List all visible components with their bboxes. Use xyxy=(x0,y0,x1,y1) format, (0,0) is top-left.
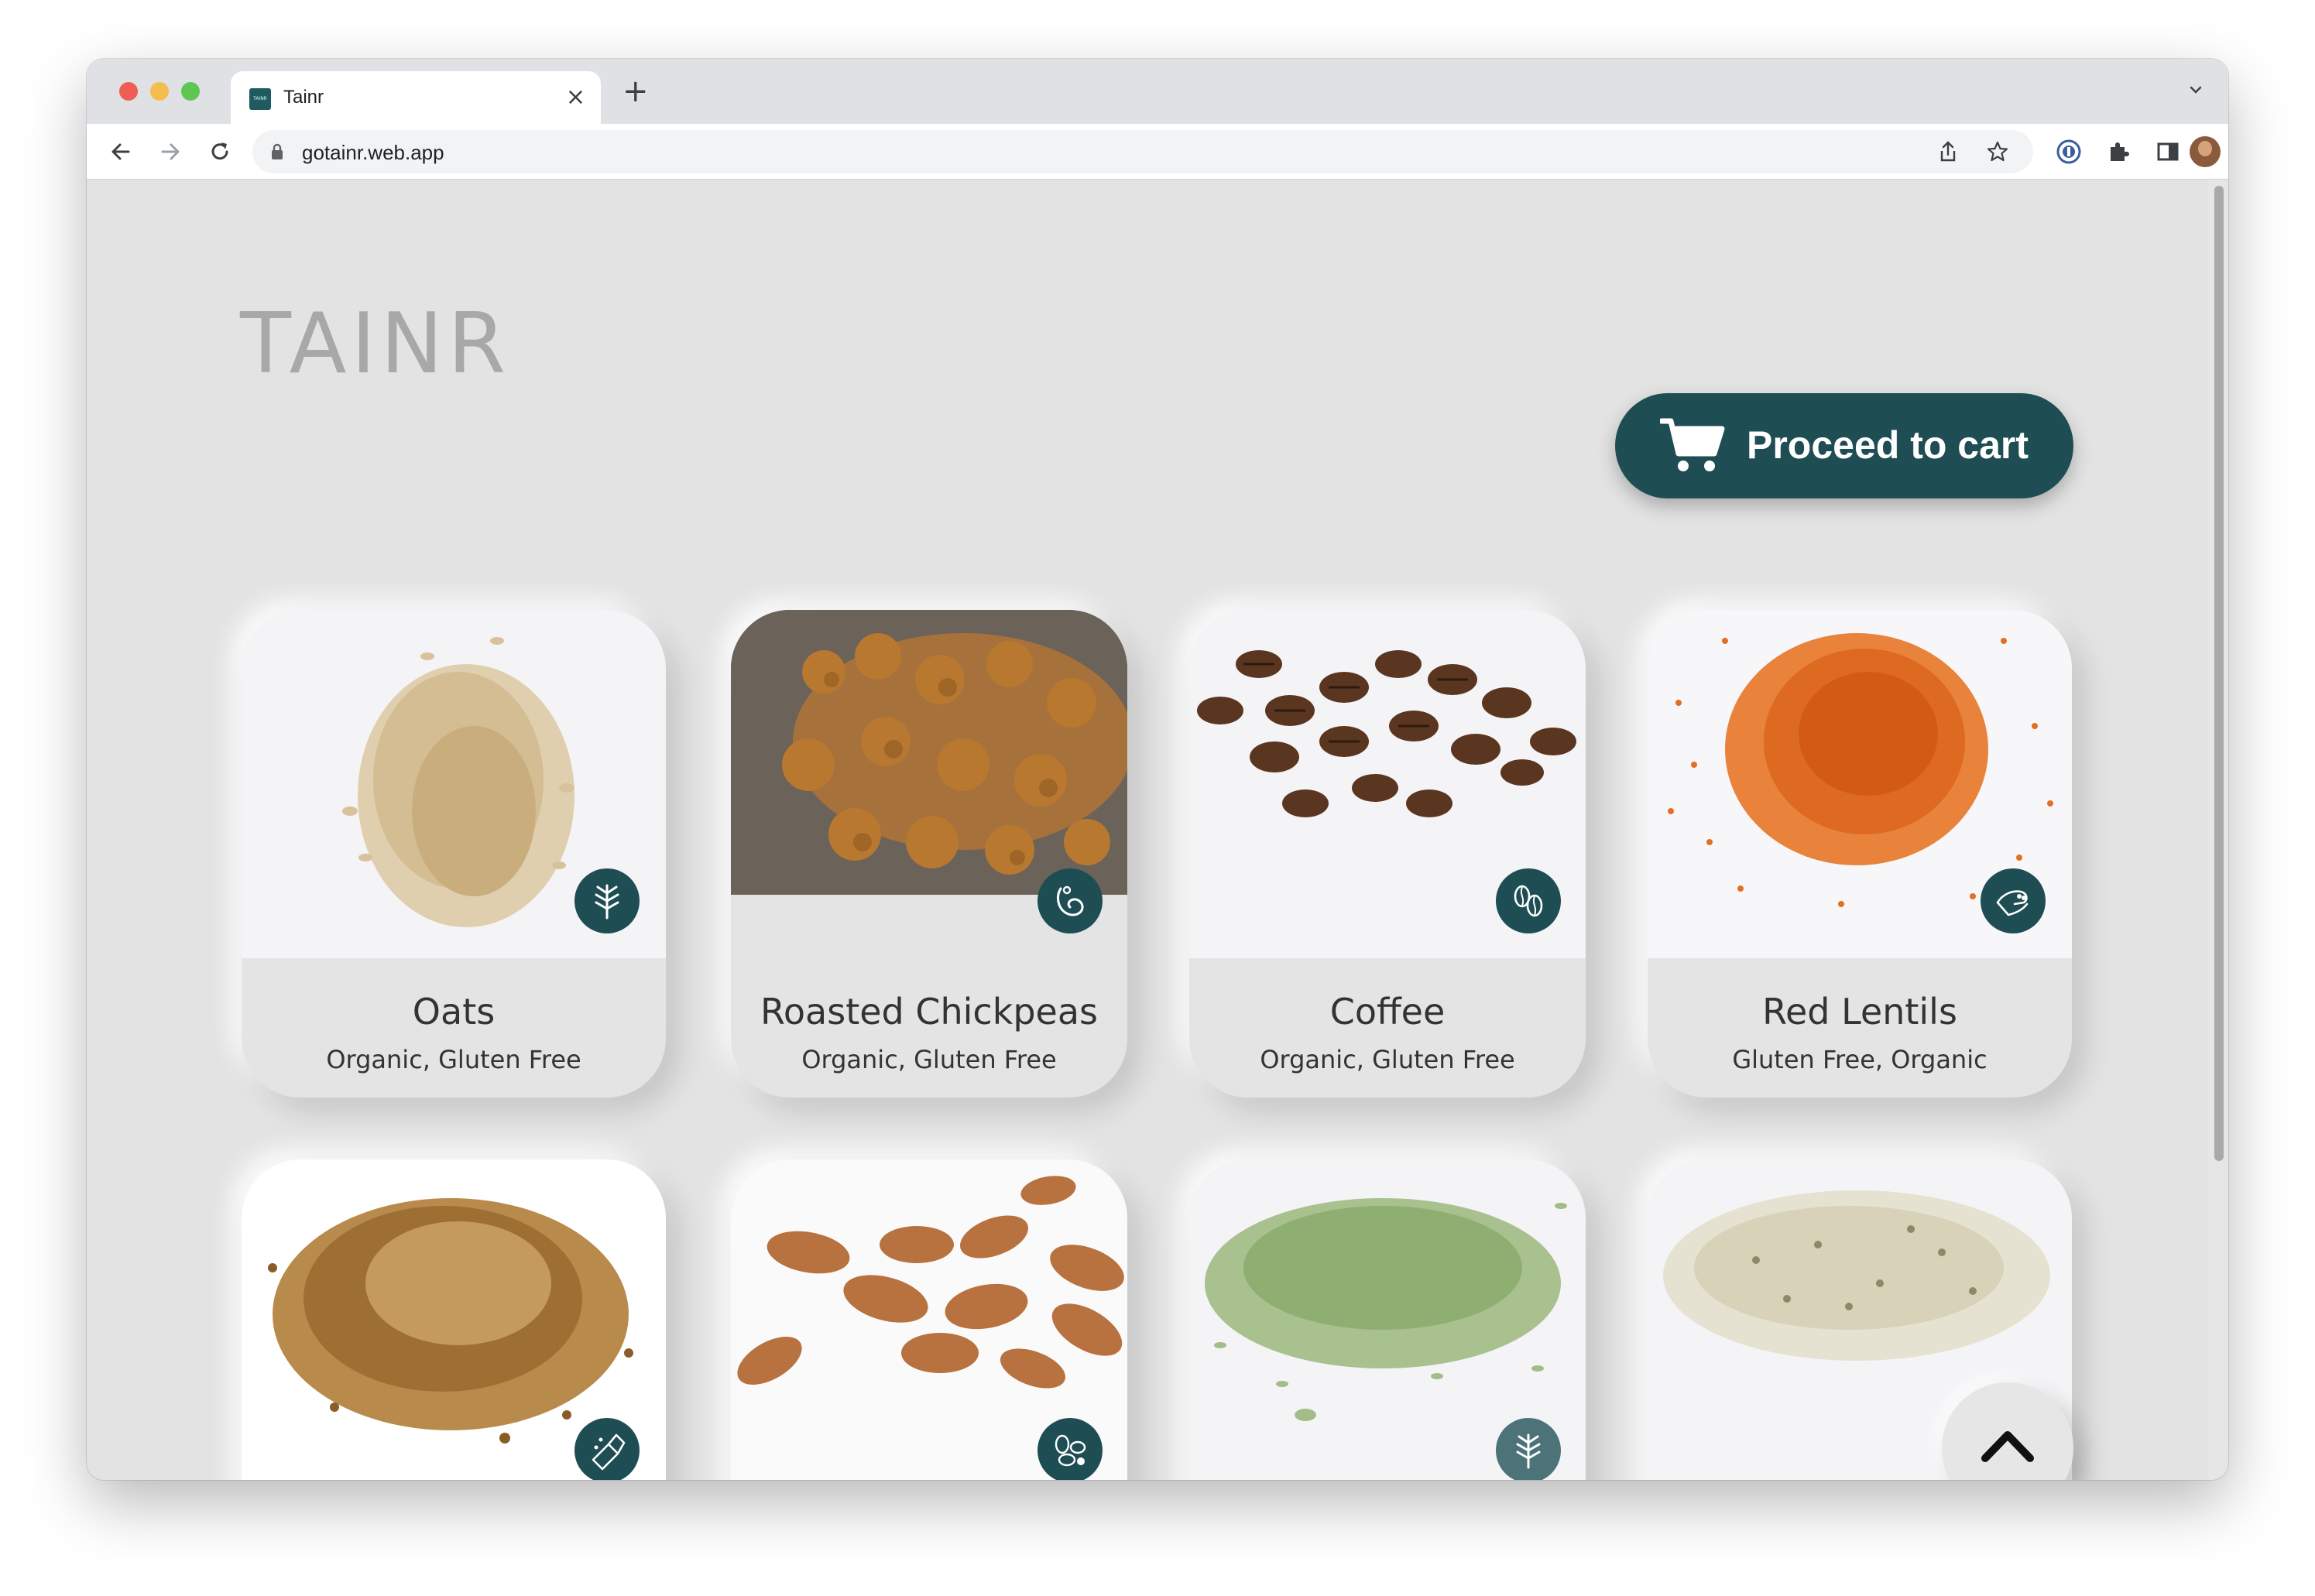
new-tab-button[interactable]: + xyxy=(622,74,649,108)
product-card-red-lentils[interactable]: Red Lentils Gluten Free, Organic xyxy=(1648,610,2072,1098)
product-tags: Organic, Gluten Free xyxy=(801,1045,1057,1074)
proceed-to-cart-button[interactable]: Proceed to cart xyxy=(1615,393,2073,498)
page-scrollbar[interactable] xyxy=(2208,180,2228,1480)
product-card-oats[interactable]: Oats Organic, Gluten Free xyxy=(242,610,666,1098)
minimize-window-button[interactable] xyxy=(150,82,169,101)
star-icon[interactable] xyxy=(1985,139,2010,164)
tab-dropdown-icon[interactable] xyxy=(2188,82,2204,98)
forward-icon[interactable] xyxy=(156,138,184,166)
tab-title: Tainr xyxy=(283,87,324,108)
password-manager-icon[interactable] xyxy=(2055,138,2083,166)
address-bar[interactable]: gotainr.web.app xyxy=(252,130,2033,173)
browser-toolbar: gotainr.web.app xyxy=(87,124,2228,180)
coffee-bean-icon xyxy=(1496,868,1561,933)
browser-window: TAINR Tainr × + gotainr.web.app TAINR Pr… xyxy=(87,59,2228,1480)
url-text[interactable]: gotainr.web.app xyxy=(302,141,444,165)
lock-icon[interactable] xyxy=(269,142,285,161)
tab-close-icon[interactable]: × xyxy=(566,84,585,111)
product-name: Coffee xyxy=(1329,991,1446,1033)
product-name: Roasted Chickpeas xyxy=(760,991,1098,1033)
product-name: Oats xyxy=(412,991,496,1033)
product-tags: Gluten Free, Organic xyxy=(1732,1045,1987,1074)
product-tags: Organic, Gluten Free xyxy=(1260,1045,1515,1074)
profile-avatar[interactable] xyxy=(2190,136,2221,167)
product-card-roasted-chickpeas[interactable]: Roasted Chickpeas Organic, Gluten Free xyxy=(731,610,1127,1098)
cart-icon xyxy=(1660,418,1725,471)
extensions-icon[interactable] xyxy=(2104,138,2132,166)
product-image xyxy=(731,610,1127,895)
wheat-icon xyxy=(1496,1418,1561,1480)
product-card-green-rice[interactable] xyxy=(1189,1159,1586,1480)
cart-button-label: Proceed to cart xyxy=(1747,423,2029,467)
wheat-icon xyxy=(574,868,640,933)
side-panel-icon[interactable] xyxy=(2154,138,2182,166)
close-window-button[interactable] xyxy=(119,82,138,101)
product-tags: Organic, Gluten Free xyxy=(326,1045,581,1074)
more-icon[interactable] xyxy=(2225,138,2228,166)
product-card-granola[interactable] xyxy=(242,1159,666,1480)
browser-tab[interactable]: TAINR Tainr × xyxy=(231,71,601,124)
zoom-window-button[interactable] xyxy=(181,82,200,101)
tainr-logo[interactable]: TAINR xyxy=(240,296,510,392)
lentil-hand-icon xyxy=(1981,868,2046,933)
reload-icon[interactable] xyxy=(206,138,234,166)
share-icon[interactable] xyxy=(1936,139,1960,164)
product-card-coffee[interactable]: Coffee Organic, Gluten Free xyxy=(1189,610,1586,1098)
nuts-icon xyxy=(1037,1418,1103,1480)
tab-favicon: TAINR xyxy=(249,88,271,110)
tab-bar: TAINR Tainr × + xyxy=(87,59,2228,124)
product-card-almonds[interactable] xyxy=(731,1159,1127,1480)
product-name: Red Lentils xyxy=(1762,991,1957,1033)
chickpea-icon xyxy=(1037,868,1103,933)
scrollbar-thumb[interactable] xyxy=(2214,186,2224,1161)
back-icon[interactable] xyxy=(107,138,135,166)
granola-scoop-icon xyxy=(574,1418,640,1480)
chevron-up-icon xyxy=(1981,1431,2034,1462)
page-viewport: TAINR Proceed to cart Oats Organic, Glut… xyxy=(87,180,2208,1480)
